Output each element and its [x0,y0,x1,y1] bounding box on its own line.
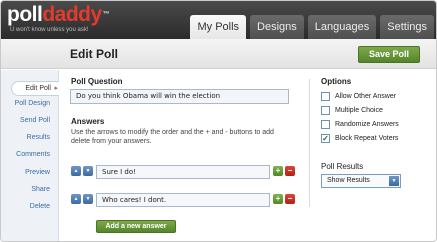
option-label: Multiple Choice [335,107,383,114]
poll-question-label: Poll Question [71,77,123,86]
chevron-down-icon[interactable]: ▼ [389,176,399,186]
poll-results-label: Poll Results [321,162,364,171]
sidebar-item-results[interactable]: Results [27,134,50,141]
minus-icon[interactable]: − [285,194,295,204]
minus-icon[interactable]: − [285,166,295,176]
plus-icon[interactable]: + [273,194,283,204]
tab-settings[interactable]: Settings [380,15,434,39]
checkmark-icon: ✓ [322,134,329,143]
arrow-down-icon[interactable]: ▼ [83,194,93,204]
option-label: Randomize Answers [335,121,399,128]
sidebar-item-preview[interactable]: Preview [25,169,50,176]
answer-row: ▲ ▼ Who cares! I dont. + − [71,193,299,207]
sidebar-item-send-poll[interactable]: Send Poll [20,117,50,124]
arrow-up-icon[interactable]: ▲ [71,194,81,204]
checkbox-checked[interactable]: ✓ [321,134,330,143]
tagline: U won't know unless you ask! [10,27,89,33]
option-label: Block Repeat Voters [335,135,399,142]
arrow-up-icon[interactable]: ▲ [71,166,81,176]
checkbox[interactable] [321,120,330,129]
logo-part-daddy: daddy [42,3,102,26]
app-window: polldaddy™ U won't know unless you ask! … [0,0,437,242]
logo-trademark: ™ [102,11,110,18]
option-label: Allow Other Answer [335,93,397,100]
tab-designs[interactable]: Designs [250,15,304,39]
sidebar-item-share[interactable]: Share [31,186,50,193]
answer-input[interactable]: Sure I do! [96,165,270,179]
main-nav: My Polls Designs Languages Settings [190,15,434,39]
answer-row: ▲ ▼ Sure I do! + − [71,165,299,179]
sidebar-item-delete[interactable]: Delete [30,203,50,210]
polldaddy-logo[interactable]: polldaddy™ [7,3,110,26]
sidebar-item-edit-poll[interactable]: Edit Poll [11,81,59,96]
options-label: Options [321,77,352,86]
page-title: Edit Poll [70,47,118,61]
top-header: polldaddy™ U won't know unless you ask! … [1,1,436,39]
plus-icon[interactable]: + [273,166,283,176]
sidebar-item-poll-design[interactable]: Poll Design [15,100,50,107]
save-poll-button[interactable]: Save Poll [358,46,420,63]
answers-label: Answers [71,117,105,126]
tab-languages[interactable]: Languages [307,15,377,39]
tab-my-polls[interactable]: My Polls [190,15,247,39]
poll-results-select[interactable]: Show Results ▼ [321,174,401,188]
add-answer-button[interactable]: Add a new answer [96,220,176,233]
arrow-down-icon[interactable]: ▼ [83,166,93,176]
logo-part-poll: poll [7,3,43,26]
sidebar: Edit Poll Poll Design Send Poll Results … [1,70,59,241]
checkbox[interactable] [321,106,330,115]
poll-question-input[interactable]: Do you think Obama will win the election [70,89,289,104]
sidebar-item-comments[interactable]: Comments [16,151,50,158]
checkbox[interactable] [321,92,330,101]
answer-input[interactable]: Who cares! I dont. [96,193,270,207]
column-divider [309,79,310,207]
poll-results-value: Show Results [327,177,370,184]
title-bar: Edit Poll Save Poll [1,39,436,69]
answers-help-text: Use the arrows to modify the order and t… [71,129,274,145]
